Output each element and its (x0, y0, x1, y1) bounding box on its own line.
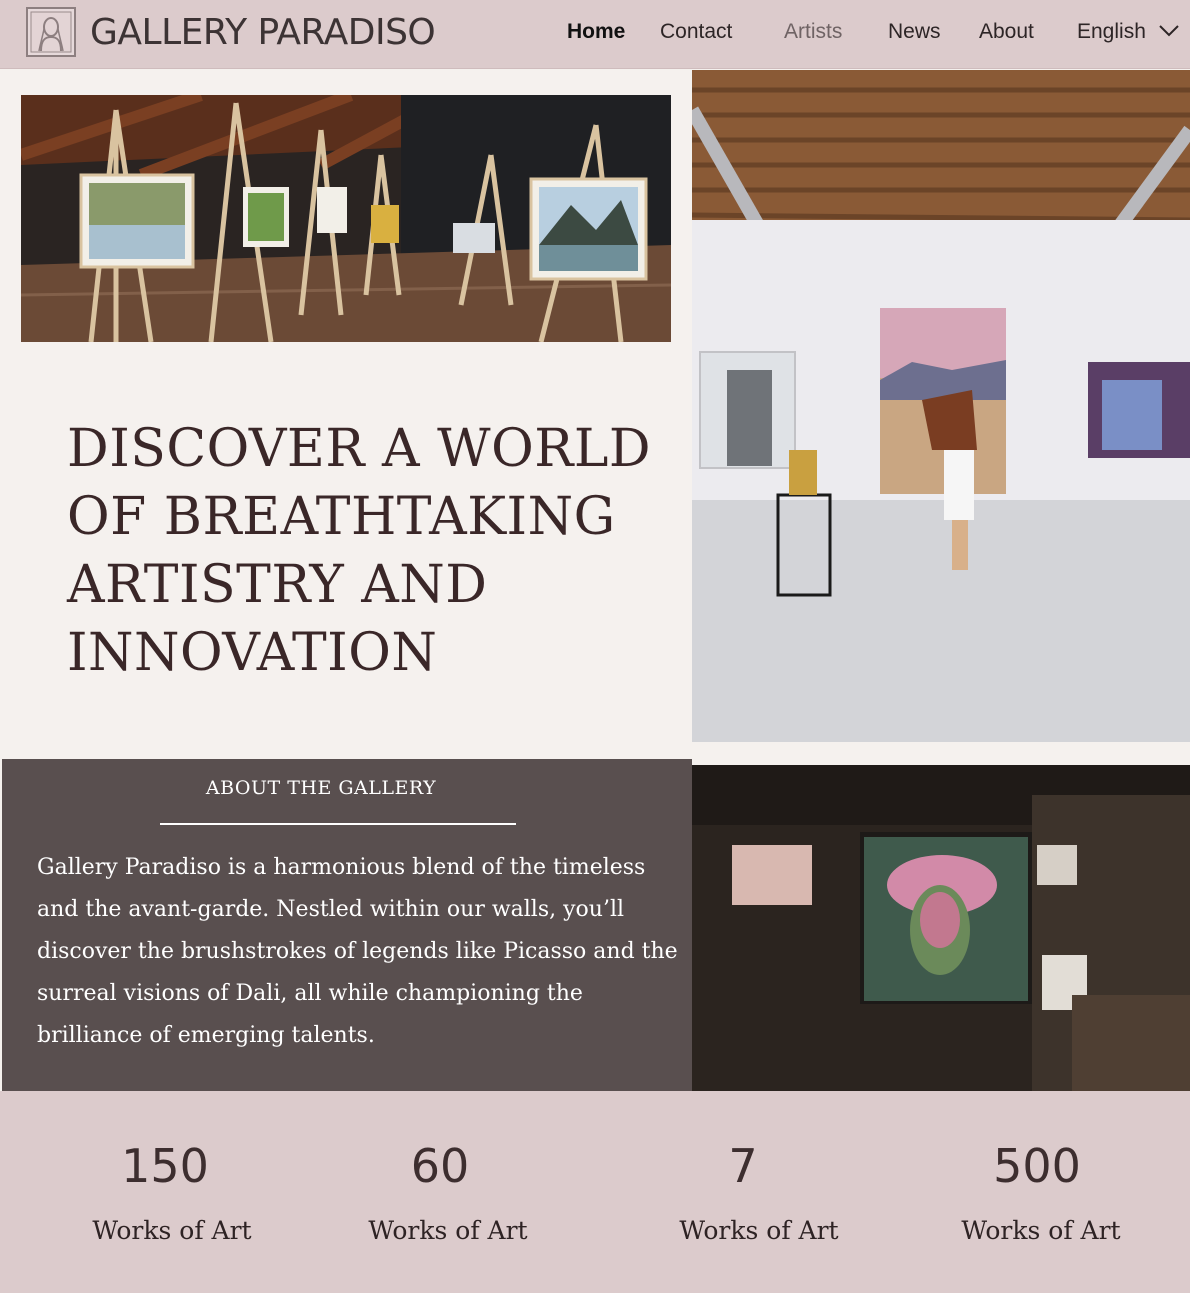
language-selector[interactable]: English (1077, 20, 1146, 44)
about-section: ABOUT THE GALLERY Gallery Paradiso is a … (2, 759, 692, 1091)
hero-title: DISCOVER A WORLD OF BREATHTAKING ARTISTR… (67, 419, 652, 683)
chevron-down-icon[interactable] (1158, 24, 1180, 43)
stat-value: 7 (728, 1139, 758, 1193)
nav-artists[interactable]: Artists (784, 20, 842, 44)
stat-value: 60 (410, 1139, 470, 1193)
easels-paintings-image (19, 89, 672, 343)
gallery-hall-image (685, 70, 1190, 742)
stat-label: Works of Art (961, 1216, 1121, 1245)
site-header: GALLERY PARADISO Home Contact Artists Ne… (0, 0, 1190, 69)
nav-news[interactable]: News (888, 20, 941, 44)
about-title: ABOUT THE GALLERY (205, 777, 437, 799)
dark-gallery-portrait-image (692, 765, 1190, 1091)
nav-contact[interactable]: Contact (660, 20, 732, 44)
about-body: Gallery Paradiso is a harmonious blend o… (37, 855, 678, 1048)
stat-label: Works of Art (679, 1216, 839, 1245)
stat-value: 500 (993, 1139, 1081, 1193)
stats-section: 150 Works of Art 60 Works of Art 7 Works… (0, 1091, 1190, 1293)
site-logo-text[interactable]: GALLERY PARADISO (90, 12, 436, 53)
mona-lisa-portrait-icon[interactable] (26, 7, 76, 57)
about-divider (160, 823, 516, 825)
nav-home[interactable]: Home (567, 20, 625, 44)
nav-about[interactable]: About (979, 20, 1034, 44)
stat-value: 150 (121, 1139, 209, 1193)
stat-label: Works of Art (92, 1216, 252, 1245)
stat-label: Works of Art (368, 1216, 528, 1245)
